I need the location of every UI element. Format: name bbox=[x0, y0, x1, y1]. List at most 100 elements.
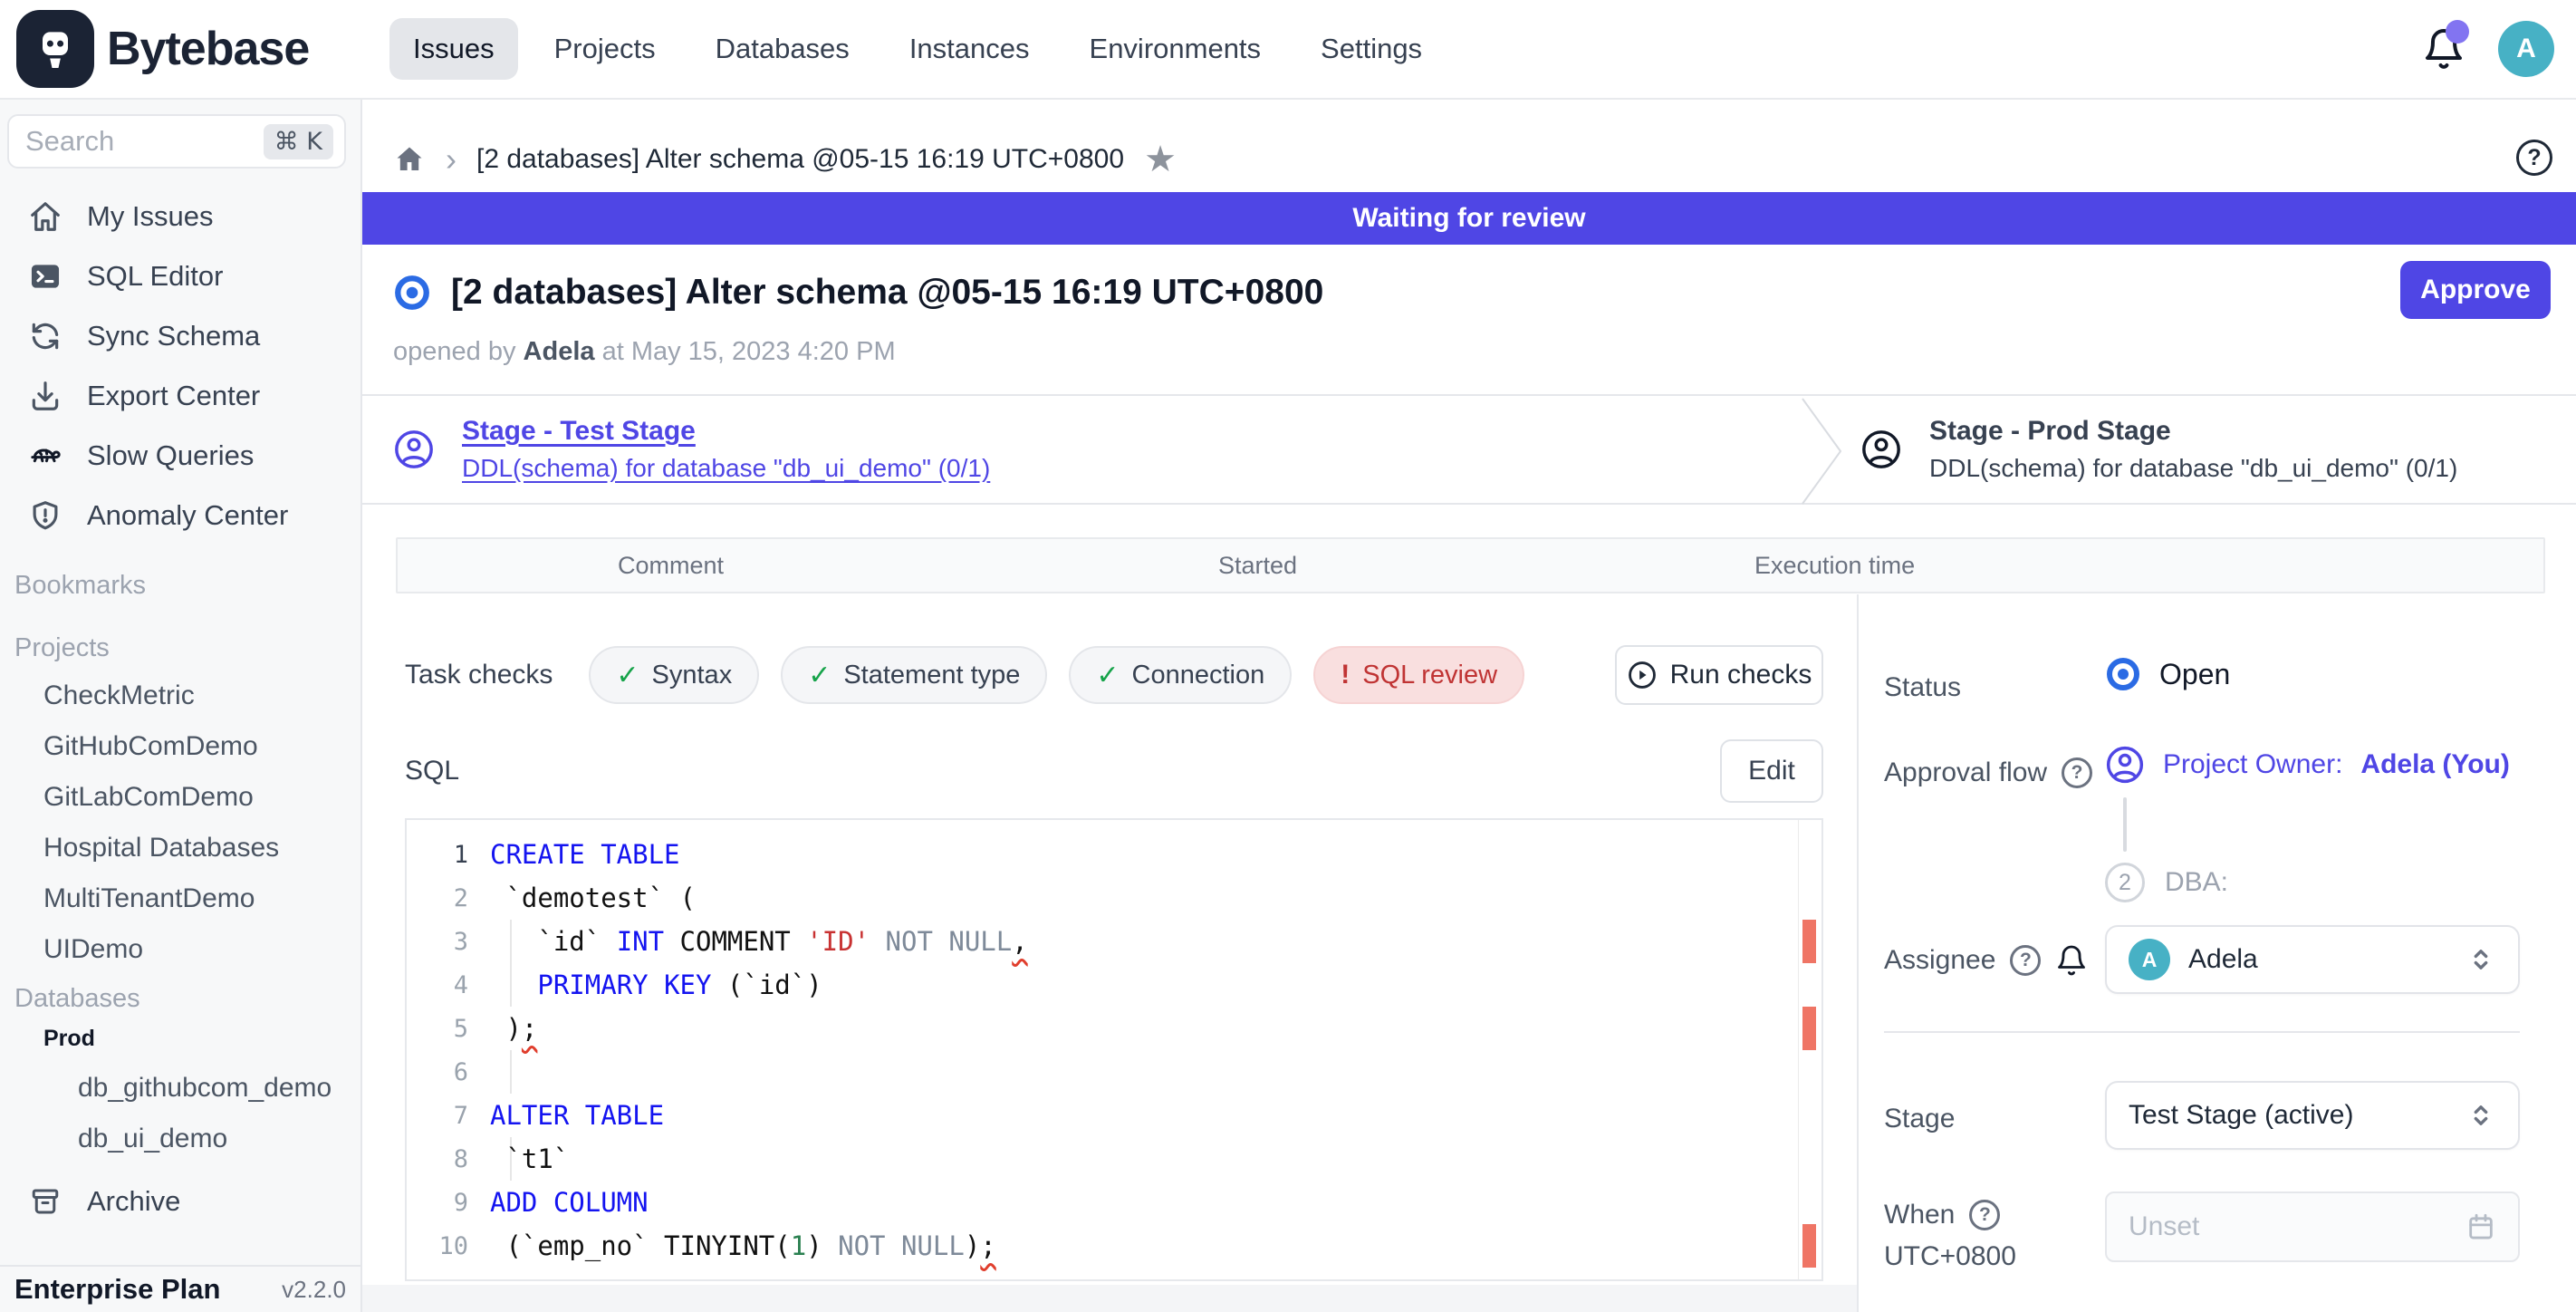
code-token: NOT NULL bbox=[870, 926, 1012, 957]
nav-item-settings[interactable]: Settings bbox=[1297, 18, 1446, 80]
stage-name: Stage - Prod Stage bbox=[1929, 416, 2457, 447]
sidebar-item-export-center[interactable]: Export Center bbox=[0, 366, 360, 426]
chevron-right-icon: › bbox=[446, 143, 457, 176]
code-token: , bbox=[1012, 926, 1027, 957]
search-shortcut-badge: ⌘ K bbox=[264, 124, 333, 159]
code-line: 7ALTER TABLE bbox=[407, 1094, 1821, 1137]
code-token: ALTER TABLE bbox=[490, 1100, 664, 1131]
stage-prod[interactable]: Stage - Prod Stage DDL(schema) for datab… bbox=[1860, 396, 2457, 503]
status-value: Open bbox=[2159, 658, 2230, 691]
notify-bell-icon[interactable] bbox=[2055, 944, 2088, 977]
sidebar: ⌘ K My Issues SQL Ed bbox=[0, 100, 362, 1312]
help-icon[interactable]: ? bbox=[2062, 757, 2092, 788]
code-line: 9ADD COLUMN bbox=[407, 1181, 1821, 1224]
code-line: 5 ); bbox=[407, 1007, 1821, 1050]
error-mark bbox=[1802, 1224, 1816, 1268]
approval-user[interactable]: Adela (You) bbox=[2360, 749, 2509, 780]
sync-icon bbox=[27, 318, 63, 354]
nav-item-issues[interactable]: Issues bbox=[389, 18, 518, 80]
check-pill-syntax[interactable]: ✓Syntax bbox=[589, 646, 759, 704]
when-datetime-input[interactable]: Unset bbox=[2105, 1191, 2520, 1262]
code-token: `t1` bbox=[490, 1143, 569, 1174]
sidebar-item-archive[interactable]: Archive bbox=[0, 1172, 360, 1231]
sidebar-project-uidemo[interactable]: UIDemo bbox=[0, 924, 360, 975]
help-icon[interactable]: ? bbox=[1969, 1200, 2000, 1230]
help-icon[interactable]: ? bbox=[2010, 945, 2041, 976]
check-pill-statement-type[interactable]: ✓Statement type bbox=[781, 646, 1047, 704]
stage-task: DDL(schema) for database "db_ui_demo" (0… bbox=[1929, 454, 2457, 483]
turtle-icon bbox=[27, 438, 63, 474]
sidebar-project-checkmetric[interactable]: CheckMetric bbox=[0, 670, 360, 721]
sidebar-section-projects: Projects bbox=[0, 633, 360, 663]
search-input[interactable] bbox=[25, 125, 264, 158]
sidebar-project-githubcomdemo[interactable]: GitHubComDemo bbox=[0, 721, 360, 772]
sidebar-item-label: Slow Queries bbox=[87, 439, 254, 472]
code-token: `demotest` ( bbox=[490, 883, 696, 913]
nav-item-databases[interactable]: Databases bbox=[692, 18, 873, 80]
code-token: ) bbox=[806, 1230, 838, 1261]
approval-step-1: Project Owner: Adela (You) bbox=[2105, 745, 2510, 785]
sidebar-project-multitenantdemo[interactable]: MultiTenantDemo bbox=[0, 873, 360, 924]
help-button[interactable]: ? bbox=[2516, 140, 2552, 176]
edit-sql-button[interactable]: Edit bbox=[1720, 739, 1823, 803]
nav-item-environments[interactable]: Environments bbox=[1066, 18, 1285, 80]
check-pill-list: ✓Syntax ✓Statement type ✓Connection !SQL re… bbox=[589, 646, 1524, 704]
panel-divider-line bbox=[1884, 1031, 2520, 1033]
sidebar-item-anomaly-center[interactable]: Anomaly Center bbox=[0, 486, 360, 545]
play-circle-icon bbox=[1627, 660, 1658, 690]
stage-task-link[interactable]: DDL(schema) for database "db_ui_demo" (0… bbox=[462, 454, 990, 483]
stage-user-icon bbox=[1860, 429, 1902, 470]
nav-item-projects[interactable]: Projects bbox=[531, 18, 679, 80]
approve-button[interactable]: Approve bbox=[2400, 261, 2551, 319]
nav-item-instances[interactable]: Instances bbox=[886, 18, 1053, 80]
status-value-row: Open bbox=[2105, 656, 2230, 692]
line-number: 10 bbox=[407, 1232, 490, 1260]
user-avatar[interactable]: A bbox=[2498, 21, 2554, 77]
sidebar-project-hospital-databases[interactable]: Hospital Databases bbox=[0, 823, 360, 873]
star-icon[interactable]: ★ bbox=[1144, 141, 1177, 178]
select-chevrons-icon bbox=[2465, 944, 2496, 975]
check-pill-connection[interactable]: ✓Connection bbox=[1069, 646, 1292, 704]
column-started: Started bbox=[1218, 539, 1297, 592]
assignee-select[interactable]: A Adela bbox=[2105, 925, 2520, 994]
code-token: (`id`) bbox=[711, 970, 822, 1000]
archive-icon bbox=[27, 1183, 63, 1220]
app-logo[interactable]: Bytebase bbox=[0, 10, 362, 88]
approver-user-icon bbox=[2105, 745, 2145, 785]
run-checks-button[interactable]: Run checks bbox=[1615, 645, 1823, 705]
sidebar-item-sql-editor[interactable]: SQL Editor bbox=[0, 246, 360, 306]
stage-name-link[interactable]: Stage - Test Stage bbox=[462, 416, 990, 447]
issue-author[interactable]: Adela bbox=[524, 337, 595, 366]
sidebar-section-bookmarks: Bookmarks bbox=[0, 571, 360, 601]
app-version: v2.2.0 bbox=[282, 1276, 346, 1304]
home-icon[interactable] bbox=[393, 143, 426, 176]
line-number: 3 bbox=[407, 928, 490, 956]
sidebar-item-label: My Issues bbox=[87, 200, 214, 233]
bytebase-app: Bytebase IssuesProjectsDatabasesInstance… bbox=[0, 0, 2576, 1312]
status-label: Status bbox=[1884, 672, 1961, 703]
notifications-button[interactable] bbox=[2422, 27, 2465, 71]
stage-select-value: Test Stage (active) bbox=[2129, 1100, 2353, 1131]
select-chevrons-icon bbox=[2465, 1100, 2496, 1131]
opened-suffix: at May 15, 2023 4:20 PM bbox=[602, 337, 896, 366]
sidebar-database-db-githubcom-demo[interactable]: db_githubcom_demo bbox=[0, 1063, 360, 1114]
sql-editor[interactable]: 1CREATE TABLE2 `demotest` (3 `id` INT CO… bbox=[405, 818, 1823, 1281]
sidebar-item-label: Anomaly Center bbox=[87, 499, 288, 532]
breadcrumb-title: [2 databases] Alter schema @05-15 16:19 … bbox=[476, 144, 1124, 175]
code-token: ; bbox=[522, 1013, 537, 1044]
code-text: ADD COLUMN bbox=[490, 1187, 649, 1218]
panel-divider bbox=[1857, 594, 1859, 1312]
search-box[interactable]: ⌘ K bbox=[7, 114, 346, 169]
when-timezone: UTC+0800 bbox=[1884, 1241, 2016, 1272]
sidebar-item-my-issues[interactable]: My Issues bbox=[0, 187, 360, 246]
stage-test[interactable]: Stage - Test Stage DDL(schema) for datab… bbox=[393, 396, 990, 503]
sidebar-project-gitlabcomdemo[interactable]: GitLabComDemo bbox=[0, 772, 360, 823]
download-icon bbox=[27, 378, 63, 414]
sidebar-item-slow-queries[interactable]: Slow Queries bbox=[0, 426, 360, 486]
code-token: COMMENT bbox=[664, 926, 806, 957]
stage-select[interactable]: Test Stage (active) bbox=[2105, 1081, 2520, 1150]
check-pill-sql-review[interactable]: !SQL review bbox=[1313, 646, 1524, 704]
sidebar-database-db-ui-demo[interactable]: db_ui_demo bbox=[0, 1114, 360, 1164]
error-mark bbox=[1802, 920, 1816, 963]
sidebar-item-sync-schema[interactable]: Sync Schema bbox=[0, 306, 360, 366]
